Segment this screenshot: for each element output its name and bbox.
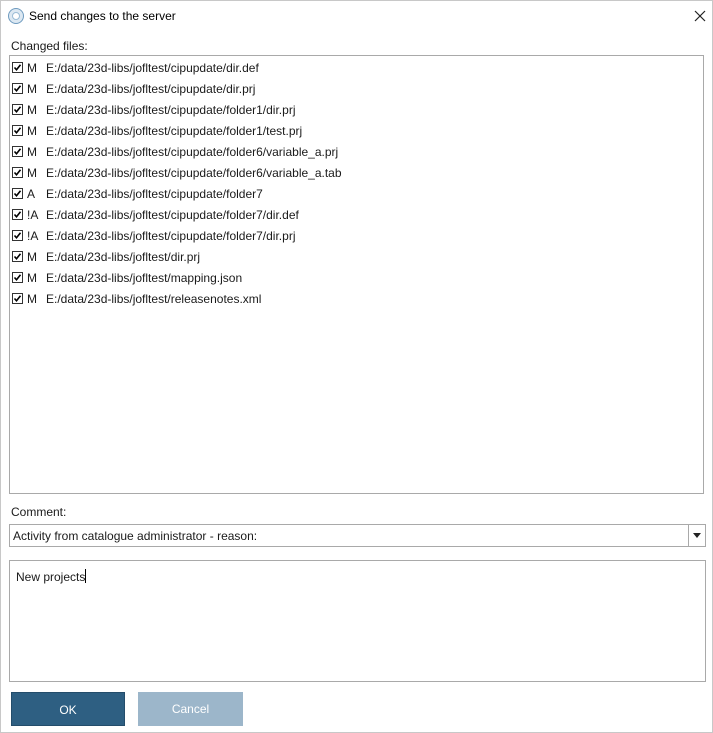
- send-changes-dialog: Send changes to the server Changed files…: [0, 0, 713, 733]
- file-checkbox[interactable]: [12, 125, 23, 136]
- dropdown-button[interactable]: [688, 525, 705, 546]
- file-status: M: [27, 271, 37, 285]
- file-path: E:/data/23d-libs/jofltest/cipupdate/fold…: [46, 124, 303, 138]
- file-path: E:/data/23d-libs/jofltest/cipupdate/fold…: [46, 103, 296, 117]
- checkmark-icon: [13, 211, 22, 219]
- checkmark-icon: [13, 253, 22, 261]
- checkmark-icon: [13, 232, 22, 240]
- file-path: E:/data/23d-libs/jofltest/cipupdate/fold…: [46, 187, 263, 201]
- file-status: M: [27, 61, 37, 75]
- file-status: !A: [27, 208, 39, 222]
- checkmark-icon: [13, 106, 22, 114]
- file-checkbox[interactable]: [12, 209, 23, 220]
- file-path: E:/data/23d-libs/jofltest/cipupdate/fold…: [46, 208, 299, 222]
- ok-button[interactable]: OK: [11, 692, 125, 726]
- file-row[interactable]: !A E:/data/23d-libs/jofltest/cipupdate/fo…: [10, 226, 703, 247]
- file-row[interactable]: M E:/data/23d-libs/jofltest/mapping.json: [10, 268, 703, 289]
- checkmark-icon: [13, 169, 22, 177]
- comment-template-value: Activity from catalogue administrator - …: [13, 529, 258, 543]
- file-status: M: [27, 145, 37, 159]
- close-icon[interactable]: [689, 5, 711, 27]
- file-status: M: [27, 82, 37, 96]
- file-status: A: [27, 187, 36, 201]
- file-checkbox[interactable]: [12, 230, 23, 241]
- file-row[interactable]: A E:/data/23d-libs/jofltest/cipupdate/fol…: [10, 184, 703, 205]
- comment-template-select[interactable]: Activity from catalogue administrator - …: [9, 524, 706, 547]
- file-row[interactable]: M E:/data/23d-libs/jofltest/cipupdate/dir…: [10, 79, 703, 100]
- file-row[interactable]: M E:/data/23d-libs/jofltest/cipupdate/fol…: [10, 121, 703, 142]
- file-checkbox[interactable]: [12, 167, 23, 178]
- file-status: !A: [27, 229, 39, 243]
- file-row[interactable]: M E:/data/23d-libs/jofltest/dir.prj: [10, 247, 703, 268]
- checkmark-icon: [13, 274, 22, 282]
- file-status: M: [27, 250, 37, 264]
- file-checkbox[interactable]: [12, 104, 23, 115]
- changed-files-label: Changed files:: [11, 39, 88, 53]
- file-row[interactable]: M E:/data/23d-libs/jofltest/cipupdate/dir…: [10, 58, 703, 79]
- file-row[interactable]: M E:/data/23d-libs/jofltest/cipupdate/fol…: [10, 142, 703, 163]
- file-status: M: [27, 124, 37, 138]
- file-row[interactable]: M E:/data/23d-libs/jofltest/releasenotes.…: [10, 289, 703, 310]
- comment-textarea[interactable]: New projects: [9, 560, 706, 682]
- file-checkbox[interactable]: [12, 83, 23, 94]
- checkmark-icon: [13, 190, 22, 198]
- file-checkbox[interactable]: [12, 251, 23, 262]
- app-globe-icon: [8, 8, 24, 24]
- checkmark-icon: [13, 64, 22, 72]
- file-status: M: [27, 292, 37, 306]
- file-status: M: [27, 103, 37, 117]
- file-status: M: [27, 166, 37, 180]
- file-path: E:/data/23d-libs/jofltest/dir.prj: [46, 250, 201, 264]
- file-row[interactable]: !A E:/data/23d-libs/jofltest/cipupdate/fo…: [10, 205, 703, 226]
- file-checkbox[interactable]: [12, 188, 23, 199]
- file-path: E:/data/23d-libs/jofltest/cipupdate/dir.…: [46, 82, 256, 96]
- changed-files-list[interactable]: M E:/data/23d-libs/jofltest/cipupdate/dir…: [9, 55, 704, 494]
- file-path: E:/data/23d-libs/jofltest/releasenotes.x…: [46, 292, 262, 306]
- file-path: E:/data/23d-libs/jofltest/cipupdate/fold…: [46, 145, 339, 159]
- dialog-title: Send changes to the server: [29, 9, 176, 23]
- cancel-button[interactable]: Cancel: [138, 692, 243, 726]
- title-bar: Send changes to the server: [1, 1, 712, 31]
- file-checkbox[interactable]: [12, 146, 23, 157]
- comment-label: Comment:: [11, 505, 67, 519]
- comment-text: New projects: [16, 569, 87, 584]
- file-row[interactable]: M E:/data/23d-libs/jofltest/cipupdate/fol…: [10, 163, 703, 184]
- file-path: E:/data/23d-libs/jofltest/cipupdate/dir.…: [46, 61, 259, 75]
- file-checkbox[interactable]: [12, 293, 23, 304]
- chevron-down-icon: [693, 533, 701, 538]
- file-path: E:/data/23d-libs/jofltest/mapping.json: [46, 271, 243, 285]
- checkmark-icon: [13, 127, 22, 135]
- checkmark-icon: [13, 148, 22, 156]
- file-path: E:/data/23d-libs/jofltest/cipupdate/fold…: [46, 229, 296, 243]
- file-checkbox[interactable]: [12, 272, 23, 283]
- checkmark-icon: [13, 295, 22, 303]
- file-path: E:/data/23d-libs/jofltest/cipupdate/fold…: [46, 166, 342, 180]
- file-row[interactable]: M E:/data/23d-libs/jofltest/cipupdate/fol…: [10, 100, 703, 121]
- file-checkbox[interactable]: [12, 62, 23, 73]
- text-caret: [85, 569, 87, 583]
- checkmark-icon: [13, 85, 22, 93]
